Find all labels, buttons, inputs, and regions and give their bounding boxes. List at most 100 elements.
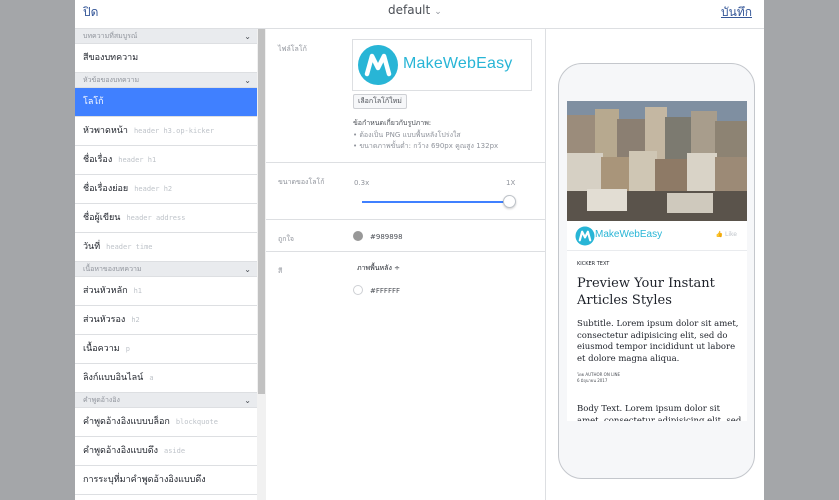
- nav-item-kicker[interactable]: หัวพาดหน้า header h3.op-kicker: [75, 117, 257, 146]
- nav-item-tag: blockquote: [175, 418, 218, 426]
- list-item: • ขนาดภาพขั้นต่ำ: กว้าง 690px คูณสูง 132…: [353, 142, 499, 150]
- preset-label: default: [388, 3, 431, 17]
- preview-subtitle: Subtitle. Lorem ipsum dolor sit amet, co…: [577, 319, 739, 364]
- nav-item-label: ชื่อเรื่อง: [83, 155, 113, 165]
- nav-item-title[interactable]: ชื่อเรื่อง header h1: [75, 146, 257, 175]
- nav-item-label: การระบุที่มาคำพูดอ้างอิงแบบดึง: [83, 475, 206, 485]
- article-preview-pane: MakeWebEasy 👍 Like KICKER TEXT Preview Y…: [546, 29, 764, 500]
- nav-item-label: วันที่: [83, 242, 101, 252]
- logo-settings-panel: ไฟล์โลโก้ MakeWebEasy เลือกโลโก้ใหม่ ข้อ…: [266, 29, 546, 500]
- divider: [266, 251, 546, 252]
- nav-item-label: ส่วนหัวหลัก: [83, 286, 128, 296]
- city-photo-image: [567, 101, 747, 221]
- backdrop-right: [764, 0, 839, 500]
- logo-file-label: ไฟล์โลโก้: [278, 45, 307, 53]
- nav-item-inline-link[interactable]: ลิงก์แบบอินไลน์ a: [75, 364, 257, 393]
- logo-size-slider-track[interactable]: [362, 201, 510, 203]
- preview-body-text: Body Text. Lorem ipsum dolor sit amet, c…: [577, 404, 742, 421]
- nav-item-label: หัวพาดหน้า: [83, 126, 128, 136]
- background-type-dropdown[interactable]: ภาพพื้นหลัง ÷: [357, 263, 400, 274]
- preview-title: Preview Your Instant Articles Styles: [577, 276, 715, 308]
- nav-section-header[interactable]: คำพูดอ้างอิง ⌄: [75, 393, 257, 408]
- nav-item-label: คำพูดอ้างอิงแบบบล็อก: [83, 417, 170, 427]
- style-nav: บทความที่สมบูรณ์ ⌄ สีของบทความ หัวข้อของบ…: [75, 29, 266, 500]
- divider: [266, 162, 546, 163]
- nav-item-tag: a: [149, 374, 154, 382]
- requirement-text: ขนาดภาพขั้นต่ำ: กว้าง 690px คูณสูง 132px: [359, 142, 499, 150]
- thumbs-up-icon: 👍: [715, 231, 724, 238]
- nav-item-tag: p: [125, 345, 130, 353]
- logo-size-slider-thumb[interactable]: [503, 195, 516, 208]
- nav-item-pullquote[interactable]: คำพูดอ้างอิงแบบดึง aside: [75, 437, 257, 466]
- nav-item-label: ส่วนหัวรอง: [83, 315, 126, 325]
- save-button[interactable]: บันทึก: [721, 3, 752, 22]
- nav-item-date[interactable]: วันที่ header time: [75, 233, 257, 262]
- preset-dropdown[interactable]: default ⌄: [388, 3, 442, 17]
- nav-item-tag: h1: [133, 287, 143, 295]
- style-editor-modal: ปิด default ⌄ บันทึก บทความที่สมบูรณ์ ⌄ สี…: [75, 0, 764, 500]
- preview-kicker: KICKER TEXT: [577, 261, 610, 267]
- nav-section-title: หัวข้อของบทความ: [83, 76, 140, 84]
- close-button[interactable]: ปิด: [83, 3, 98, 22]
- nav-item-article-color[interactable]: สีของบทความ: [75, 44, 257, 73]
- nav-section-header[interactable]: บทความที่สมบูรณ์ ⌄: [75, 29, 257, 44]
- nav-item-pullquote-cite[interactable]: การระบุที่มาคำพูดอ้างอิงแบบดึง: [75, 466, 257, 495]
- nav-item-logo[interactable]: โลโก้: [75, 88, 257, 117]
- backdrop-left: [0, 0, 75, 500]
- preview-byline: โดย AUTHOR ON LINE 6 มิถุนายน 2017: [577, 372, 620, 384]
- nav-item-label: ชื่อเรื่องย่อย: [83, 184, 129, 194]
- phone-screen[interactable]: MakeWebEasy 👍 Like KICKER TEXT Preview Y…: [567, 101, 747, 421]
- nav-item-label: เนื้อความ: [83, 344, 120, 354]
- nav-item-h2[interactable]: ส่วนหัวรอง h2: [75, 306, 257, 335]
- nav-item-label: คำพูดอ้างอิงแบบดึง: [83, 446, 158, 456]
- preview-date: 6 มิถุนายน 2017: [577, 378, 608, 383]
- logo-mark-icon: [358, 45, 398, 85]
- nav-item-body[interactable]: เนื้อความ p: [75, 335, 257, 364]
- nav-section-title: บทความที่สมบูรณ์: [83, 32, 138, 40]
- like-button[interactable]: 👍 Like: [716, 231, 737, 238]
- nav-item-label: ลิงก์แบบอินไลน์: [83, 373, 144, 383]
- nav-item-tag: header address: [126, 214, 186, 222]
- chevron-down-icon: ⌄: [244, 265, 251, 274]
- like-color-label: ถูกใจ: [278, 235, 294, 243]
- nav-section-header[interactable]: เนื้อหาของบทความ ⌄: [75, 262, 257, 277]
- chevron-down-icon: ⌄: [244, 76, 251, 85]
- like-color-hex[interactable]: #989898: [370, 233, 403, 241]
- preview-logo-row: MakeWebEasy 👍 Like: [567, 221, 747, 251]
- logo-image: MakeWebEasy: [356, 43, 528, 87]
- nav-section-title: เนื้อหาของบทความ: [83, 265, 142, 273]
- nav-item-tag: header h3.op-kicker: [133, 127, 215, 135]
- nav-item-tag: header time: [106, 243, 153, 251]
- slider-max-label: 1X: [506, 179, 516, 187]
- logo-size-label: ขนาดของโลโก้: [278, 178, 325, 186]
- preview-logo-wordmark: MakeWebEasy: [595, 229, 663, 240]
- image-requirements-list: • ต้องเป็น PNG แบบพื้นหลังโปร่งใส • ขนาด…: [353, 130, 498, 152]
- background-color-hex[interactable]: #FFFFFF: [370, 287, 400, 295]
- color-label: สี: [278, 267, 283, 275]
- requirement-text: ต้องเป็น PNG แบบพื้นหลังโปร่งใส: [359, 131, 461, 139]
- nav-item-author[interactable]: ชื่อผู้เขียน header address: [75, 204, 257, 233]
- nav-scrollbar-thumb[interactable]: [258, 29, 265, 394]
- background-color-swatch[interactable]: [353, 285, 363, 295]
- like-color-swatch[interactable]: [353, 231, 363, 241]
- nav-section-header[interactable]: หัวข้อของบทความ ⌄: [75, 73, 257, 88]
- choose-new-logo-button[interactable]: เลือกโลโก้ใหม่: [353, 94, 407, 109]
- chevron-down-icon: ⌄: [244, 32, 251, 41]
- nav-item-subtitle[interactable]: ชื่อเรื่องย่อย header h2: [75, 175, 257, 204]
- chevron-down-icon: ⌄: [434, 7, 442, 17]
- nav-item-h1[interactable]: ส่วนหัวหลัก h1: [75, 277, 257, 306]
- list-item: • ต้องเป็น PNG แบบพื้นหลังโปร่งใส: [353, 131, 461, 139]
- modal-header: ปิด default ⌄ บันทึก: [75, 0, 764, 29]
- nav-item-blockquote[interactable]: คำพูดอ้างอิงแบบบล็อก blockquote: [75, 408, 257, 437]
- image-requirements-title: ข้อกำหนดเกี่ยวกับรูปภาพ:: [353, 119, 432, 127]
- nav-item-tag: header h2: [134, 185, 173, 193]
- nav-item-label: โลโก้: [83, 97, 104, 107]
- nav-item-label: ชื่อผู้เขียน: [83, 213, 121, 223]
- article-cover-photo: [567, 101, 747, 221]
- phone-frame: MakeWebEasy 👍 Like KICKER TEXT Preview Y…: [558, 63, 755, 479]
- slider-min-label: 0.3x: [354, 179, 370, 187]
- nav-section-title: คำพูดอ้างอิง: [83, 396, 120, 404]
- preview-logo-mark-icon: [575, 226, 595, 246]
- nav-item-tag: aside: [163, 447, 186, 455]
- nav-item-tag: header h1: [118, 156, 157, 164]
